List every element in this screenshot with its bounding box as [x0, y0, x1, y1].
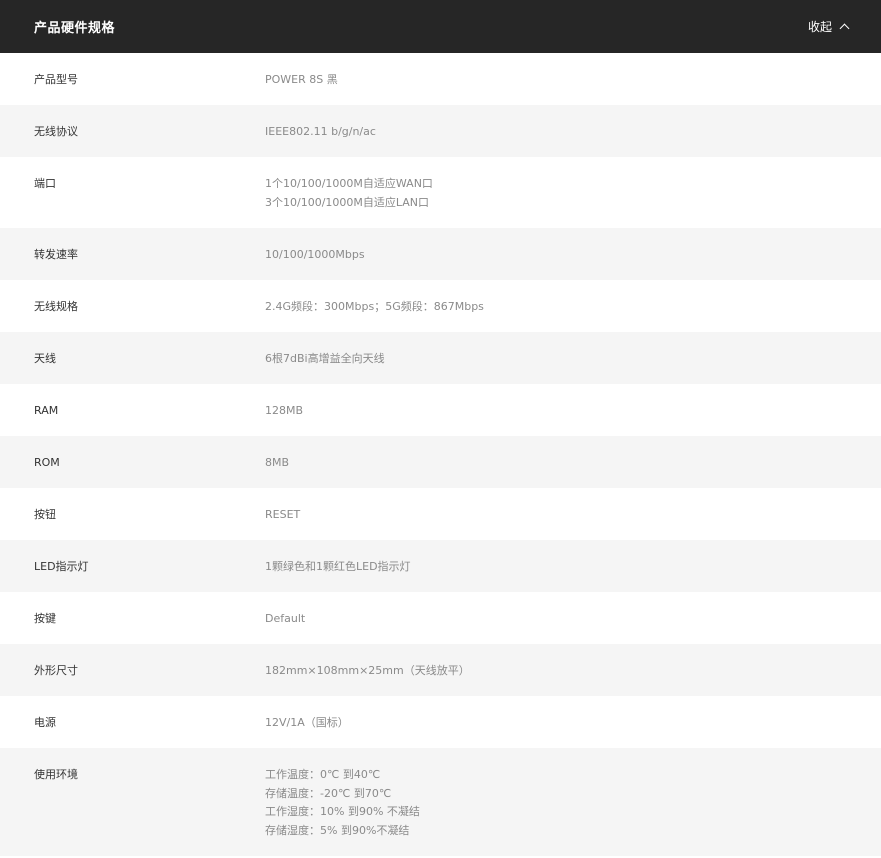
spec-value: 2.4G频段：300Mbps；5G频段：867Mbps	[265, 298, 881, 332]
spec-value: 182mm×108mm×25mm（天线放平）	[265, 662, 881, 696]
spec-value-line: POWER 8S 黑	[265, 73, 338, 86]
spec-label: 转发速率	[34, 248, 78, 261]
spec-label: 电源	[34, 716, 56, 729]
spec-label: 天线	[34, 352, 56, 365]
spec-label: 外形尺寸	[34, 664, 78, 677]
spec-row: 产品型号 POWER 8S 黑	[0, 53, 881, 105]
spec-value-line: 3个10/100/1000M自适应LAN口	[265, 195, 430, 209]
spec-value: 128MB	[265, 402, 881, 436]
spec-value: RESET	[265, 506, 881, 540]
spec-title: 产品硬件规格	[34, 21, 116, 36]
spec-value: IEEE802.11 b/g/n/ac	[265, 123, 881, 157]
spec-value-line: 工作温度：0℃ 到40℃	[265, 768, 381, 781]
spec-label: 无线规格	[34, 300, 78, 313]
spec-value: 12V/1A（国标）	[265, 714, 881, 748]
spec-row: 无线协议 IEEE802.11 b/g/n/ac	[0, 105, 881, 157]
spec-value-line: 1颗绿色和1颗红色LED指示灯	[265, 560, 411, 573]
spec-value-line: 10/100/1000Mbps	[265, 248, 365, 261]
spec-row: ROM 8MB	[0, 436, 881, 488]
spec-value: POWER 8S 黑	[265, 71, 881, 105]
spec-row: 转发速率 10/100/1000Mbps	[0, 228, 881, 280]
spec-value-line: 1个10/100/1000M自适应WAN口	[265, 177, 433, 190]
spec-value: 1颗绿色和1颗红色LED指示灯	[265, 558, 881, 592]
spec-row: LED指示灯 1颗绿色和1颗红色LED指示灯	[0, 540, 881, 592]
chevron-up-icon	[839, 23, 850, 34]
spec-value: 6根7dBi高增益全向天线	[265, 350, 881, 384]
spec-header: 产品硬件规格 收起	[0, 0, 881, 53]
spec-value: 10/100/1000Mbps	[265, 246, 881, 280]
collapse-label: 收起	[807, 20, 832, 34]
spec-value: 工作温度：0℃ 到40℃ 存储温度：-20℃ 到70℃ 工作湿度：10% 到90…	[265, 766, 881, 856]
spec-row: 端口 1个10/100/1000M自适应WAN口 3个10/100/1000M自…	[0, 157, 881, 228]
spec-label: 使用环境	[34, 768, 78, 781]
spec-table: 产品型号 POWER 8S 黑 无线协议 IEEE802.11 b/g/n/ac…	[0, 53, 881, 856]
spec-label: LED指示灯	[34, 560, 89, 573]
spec-value-line: 12V/1A（国标）	[265, 716, 349, 729]
spec-value-line: 工作湿度：10% 到90% 不凝结	[265, 805, 420, 818]
hardware-spec-panel: 产品硬件规格 收起 产品型号 POWER 8S 黑 无线协议 IEEE802.1…	[0, 0, 881, 858]
spec-row: RAM 128MB	[0, 384, 881, 436]
spec-value-line: 2.4G频段：300Mbps；5G频段：867Mbps	[265, 300, 484, 313]
spec-label: 无线协议	[34, 125, 78, 138]
spec-row: 无线规格 2.4G频段：300Mbps；5G频段：867Mbps	[0, 280, 881, 332]
spec-label: 按钮	[34, 508, 56, 521]
spec-row: 天线 6根7dBi高增益全向天线	[0, 332, 881, 384]
spec-label: 按键	[34, 612, 56, 625]
spec-row: 电源 12V/1A（国标）	[0, 696, 881, 748]
spec-value-line: 存储温度：-20℃ 到70℃	[265, 786, 392, 800]
spec-value: 8MB	[265, 454, 881, 488]
spec-label: RAM	[34, 404, 59, 417]
spec-value-line: RESET	[265, 508, 301, 521]
spec-value-line: Default	[265, 612, 306, 625]
spec-value-line: 存储湿度：5% 到90%不凝结	[265, 823, 410, 837]
spec-row: 按钮 RESET	[0, 488, 881, 540]
spec-row: 使用环境 工作温度：0℃ 到40℃ 存储温度：-20℃ 到70℃ 工作湿度：10…	[0, 748, 881, 856]
spec-value: 1个10/100/1000M自适应WAN口 3个10/100/1000M自适应L…	[265, 175, 881, 228]
spec-label: 产品型号	[34, 73, 78, 86]
spec-value-line: IEEE802.11 b/g/n/ac	[265, 125, 376, 138]
spec-value-line: 8MB	[265, 456, 290, 469]
spec-value-line: 182mm×108mm×25mm（天线放平）	[265, 664, 470, 677]
collapse-button[interactable]: 收起	[807, 18, 850, 35]
spec-value-line: 128MB	[265, 404, 304, 417]
spec-label: ROM	[34, 456, 60, 469]
spec-label: 端口	[34, 177, 56, 190]
spec-row: 按键 Default	[0, 592, 881, 644]
spec-value-line: 6根7dBi高增益全向天线	[265, 352, 385, 365]
spec-row: 外形尺寸 182mm×108mm×25mm（天线放平）	[0, 644, 881, 696]
spec-value: Default	[265, 610, 881, 644]
